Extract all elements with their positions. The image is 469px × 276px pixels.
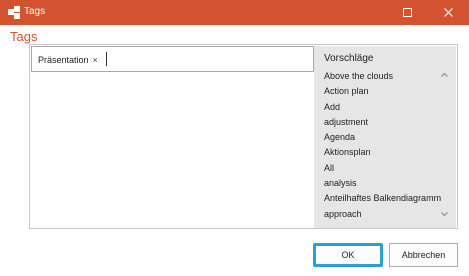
chevron-down-icon[interactable] [441, 212, 448, 217]
text-caret [106, 52, 107, 66]
remove-tag-icon[interactable]: × [93, 55, 98, 65]
suggestion-items: Above the clouds Action plan Add adjustm… [324, 69, 441, 222]
window-title: Tags [24, 6, 46, 17]
suggestion-item[interactable]: analysis [324, 176, 441, 191]
suggestion-item[interactable]: approach [324, 207, 441, 222]
suggestion-item[interactable]: adjustment [324, 115, 441, 130]
maximize-button[interactable] [395, 0, 420, 25]
maximize-icon [403, 8, 412, 17]
suggestion-item[interactable]: Anteilhaftes Balkendiagramm [324, 191, 441, 206]
suggestion-item[interactable]: Add [324, 100, 441, 115]
cancel-button[interactable]: Abbrechen [389, 243, 458, 267]
tag-chip-label: Präsentation [38, 55, 89, 65]
suggestion-item[interactable]: Aktionsplan [324, 145, 441, 160]
close-icon [444, 8, 453, 17]
suggestions-list: Vorschläge Above the clouds Action plan … [314, 46, 456, 228]
title-bar: Tags [0, 0, 469, 25]
tag-chip[interactable]: Präsentation × [38, 55, 98, 65]
suggestions-title: Vorschläge [324, 53, 374, 64]
tags-app-icon [8, 6, 20, 19]
suggestion-item[interactable]: Action plan [324, 84, 441, 99]
suggestion-item[interactable]: Agenda [324, 130, 441, 145]
tag-input-box[interactable]: Präsentation × [31, 46, 314, 72]
page-title: Tags [10, 29, 38, 44]
close-button[interactable] [436, 0, 461, 25]
ok-button[interactable]: OK [313, 243, 383, 267]
tags-panel: Präsentation × Vorschläge Above the cloud… [29, 44, 458, 229]
suggestion-item[interactable]: All [324, 161, 441, 176]
chevron-up-icon[interactable] [441, 72, 448, 77]
suggestion-item[interactable]: Above the clouds [324, 69, 441, 84]
